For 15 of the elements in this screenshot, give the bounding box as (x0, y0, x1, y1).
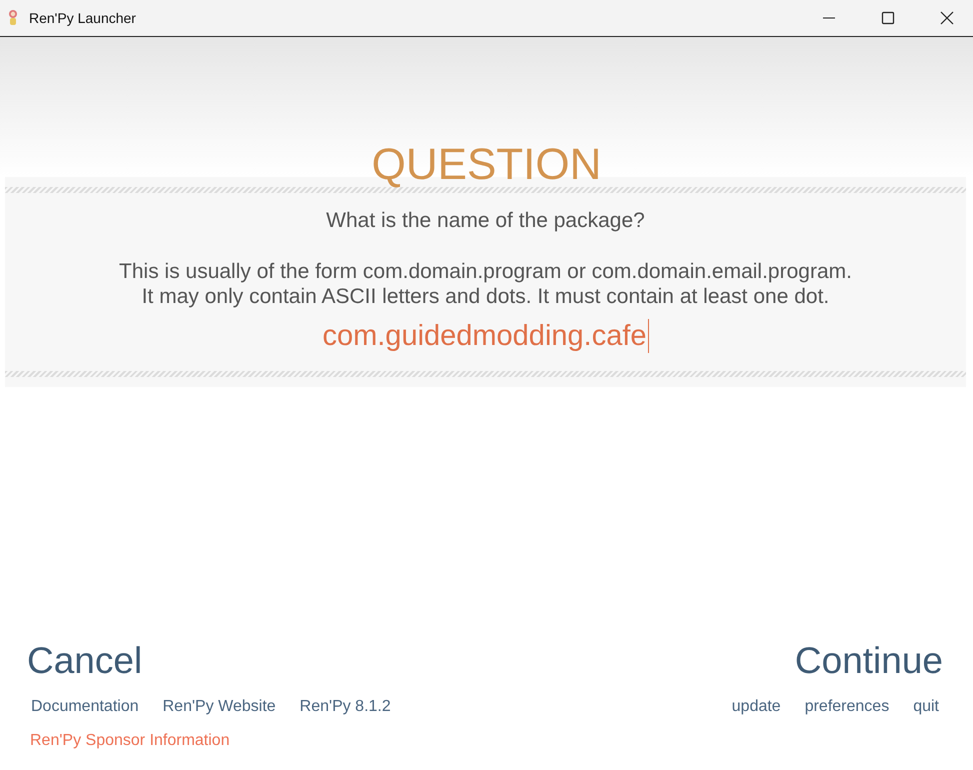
footer-link[interactable]: Ren'Py 8.1.2 (300, 697, 391, 717)
question-prompt: What is the name of the package? (326, 209, 645, 233)
close-icon[interactable] (940, 11, 954, 25)
footer-link[interactable]: quit (913, 697, 939, 717)
question-heading: QUESTION (372, 143, 602, 187)
footer-link[interactable]: Ren'Py Website (162, 697, 276, 717)
footer-link[interactable]: preferences (804, 697, 890, 717)
help-text: It may only contain ASCII letters and dots. It must contain at least one dot. (142, 284, 830, 309)
continue-link[interactable]: Continue (794, 639, 943, 683)
footer-link[interactable]: Documentation (31, 697, 139, 717)
cancel-link[interactable]: Cancel (27, 639, 142, 683)
footer-link[interactable]: update (732, 697, 781, 717)
help-text: This is usually of the form com.domain.program or com.domain.email.program. (119, 259, 852, 284)
maximize-icon[interactable] (881, 11, 895, 25)
window-title: Ren'Py Launcher (29, 10, 136, 26)
